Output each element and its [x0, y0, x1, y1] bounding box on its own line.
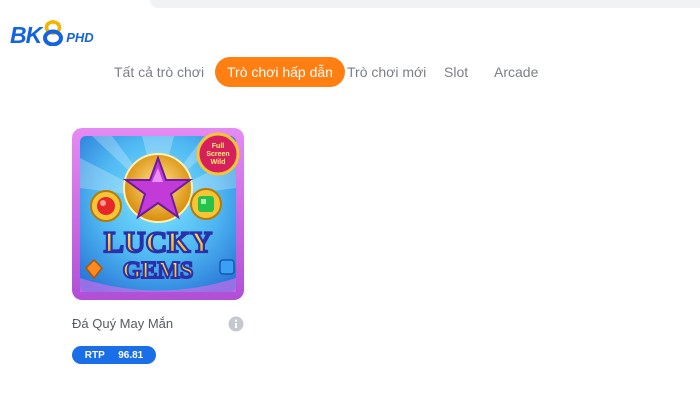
thumbnail-title-line1: LUCKY	[104, 226, 213, 259]
tab-slot[interactable]: Slot	[444, 57, 468, 87]
info-icon[interactable]	[228, 316, 244, 332]
tab-all-games[interactable]: Tất cả trò chơi	[114, 57, 204, 87]
tab-hot-games[interactable]: Trò chơi hấp dẫn	[215, 57, 345, 87]
game-title[interactable]: Đá Quý May Mắn	[72, 316, 173, 331]
thumbnail-title-line2: GEMS	[123, 258, 194, 284]
rtp-badge: RTP 96.81	[72, 346, 156, 364]
tab-arcade[interactable]: Arcade	[494, 57, 538, 87]
tab-new-games[interactable]: Trò chơi mới	[347, 57, 426, 87]
badge-line2: Screen	[206, 151, 229, 158]
brand-logo[interactable]: BK PHD	[10, 18, 94, 52]
logo-eight-icon	[42, 19, 64, 47]
rtp-value: 96.81	[118, 349, 144, 361]
category-tabs: Tất cả trò chơi Trò chơi hấp dẫn Trò chơ…	[0, 57, 700, 87]
badge-line1: Full	[212, 143, 224, 150]
badge-line3: Wild	[211, 159, 226, 166]
rtp-label: RTP	[84, 349, 105, 361]
top-search-bar[interactable]	[150, 0, 700, 8]
logo-main-text: BK	[10, 21, 42, 48]
logo-sub-text: PHD	[66, 29, 94, 45]
game-thumbnail[interactable]: Full Screen Wild LUCKY GEMS	[72, 128, 244, 300]
